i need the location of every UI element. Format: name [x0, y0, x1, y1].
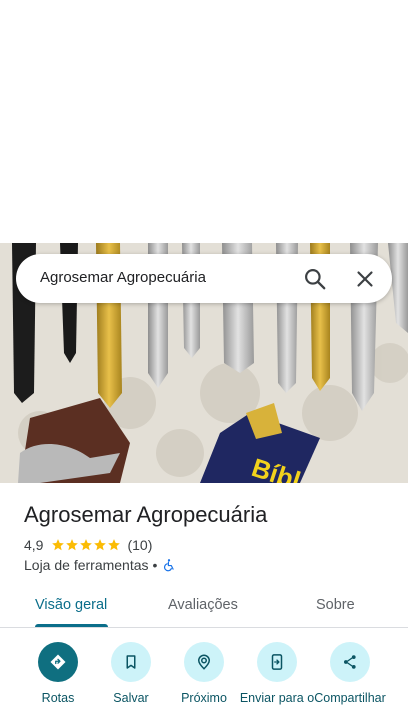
- rating-value: 4,9: [24, 537, 44, 553]
- place-category: Loja de ferramentas: [24, 557, 149, 573]
- search-bar[interactable]: Agrosemar Agropecuária: [16, 254, 392, 303]
- star-icon: [80, 539, 93, 551]
- send-to-phone-button[interactable]: Enviar para o: [237, 642, 317, 726]
- rating-row[interactable]: 4,9 (10): [24, 536, 152, 554]
- directions-label: Rotas: [41, 691, 75, 705]
- separator-dot: •: [152, 557, 158, 573]
- star-icon: [66, 539, 79, 551]
- save-button[interactable]: Salvar: [91, 642, 171, 726]
- star-icon: [52, 539, 65, 551]
- save-label: Salvar: [113, 691, 149, 705]
- nearby-icon-circle: [184, 642, 224, 682]
- tab-reviews[interactable]: Avaliações: [168, 597, 238, 613]
- search-icon[interactable]: [302, 266, 328, 292]
- wheelchair-accessible-icon: [164, 559, 175, 572]
- directions-icon-circle: [38, 642, 78, 682]
- review-count[interactable]: (10): [127, 537, 152, 553]
- star-icon: [108, 539, 121, 551]
- share-icon: [344, 655, 356, 669]
- directions-button[interactable]: Rotas: [18, 642, 98, 726]
- save-icon-circle: [111, 642, 151, 682]
- bookmark-icon: [126, 655, 136, 669]
- share-label: Compartilhar: [314, 691, 386, 705]
- map-blank-area: [0, 0, 408, 243]
- send-to-phone-icon: [271, 654, 283, 670]
- category-row: Loja de ferramentas •: [24, 557, 176, 573]
- place-title: Agrosemar Agropecuária: [24, 502, 268, 527]
- active-tab-indicator: [35, 624, 108, 627]
- send-to-phone-label: Enviar para o: [239, 691, 315, 705]
- directions-icon: [50, 654, 66, 670]
- tab-bar: Visão geral Avaliações Sobre: [0, 588, 408, 628]
- star-icon: [94, 539, 107, 551]
- nearby-button[interactable]: Próximo: [164, 642, 244, 726]
- send-to-phone-icon-circle: [257, 642, 297, 682]
- share-icon-circle: [330, 642, 370, 682]
- star-rating: [51, 538, 121, 552]
- action-bar: Rotas Salvar Próximo Enviar para o Compa…: [0, 640, 408, 726]
- search-input[interactable]: Agrosemar Agropecuária: [40, 269, 206, 286]
- nearby-icon: [197, 654, 211, 670]
- nearby-label: Próximo: [181, 691, 227, 705]
- tab-about[interactable]: Sobre: [316, 597, 355, 613]
- tab-overview[interactable]: Visão geral: [35, 597, 107, 613]
- share-button[interactable]: Compartilhar: [310, 642, 390, 726]
- close-icon[interactable]: [352, 266, 378, 292]
